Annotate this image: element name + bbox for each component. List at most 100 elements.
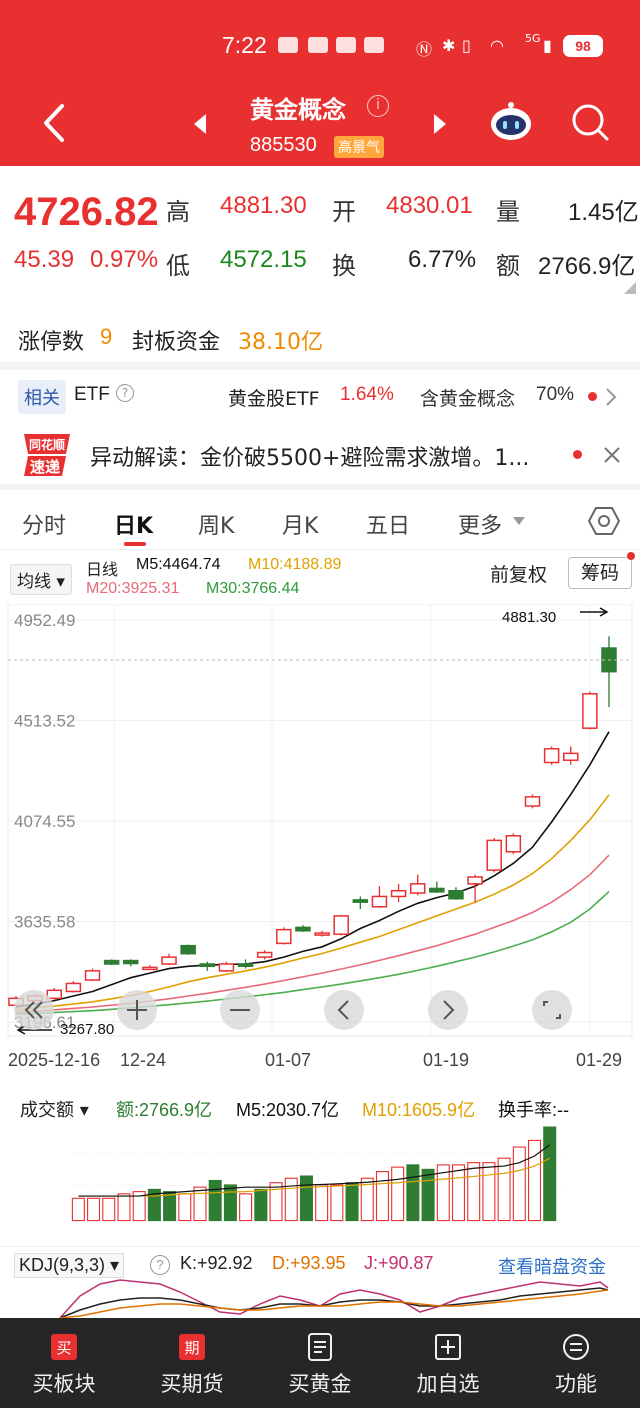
- scroll-left-button[interactable]: [324, 990, 364, 1030]
- header-bar: 7:22 Ⓝ ✱ ▯ ◠ 5G ▮ 98 黄金概念 i 885530 高景气: [0, 0, 640, 166]
- amount-bar: [391, 1166, 405, 1222]
- document-icon: [308, 1333, 332, 1361]
- nfc-icon: Ⓝ: [416, 40, 433, 59]
- nav-functions[interactable]: 功能: [512, 1318, 640, 1408]
- amount-bar: [543, 1126, 557, 1222]
- nav-buy-sector[interactable]: 买 买板块: [0, 1318, 128, 1408]
- kdj-d-line: [59, 1289, 609, 1318]
- amount-bar: [178, 1193, 192, 1222]
- tab-intraday[interactable]: 分时: [22, 508, 66, 540]
- candle: [65, 981, 82, 993]
- ma30-value: M30:3766.44: [206, 580, 300, 597]
- amount-bar: [193, 1186, 207, 1222]
- info-icon[interactable]: i: [367, 95, 389, 117]
- news-flash-row[interactable]: 同花顺 速递 异动解读：金价破5500+避险需求激增。1...: [0, 424, 640, 484]
- indicator-select[interactable]: 均线 ▾: [10, 564, 72, 595]
- zoom-in-button[interactable]: [117, 990, 157, 1030]
- robot-assistant-icon[interactable]: [488, 100, 534, 142]
- status-time: 7:22: [222, 32, 267, 58]
- candle: [352, 896, 369, 910]
- close-icon[interactable]: [603, 446, 621, 464]
- notification-icon: [308, 37, 328, 53]
- kdj-select-label: KDJ(9,3,3): [19, 1255, 106, 1275]
- candle: [390, 883, 407, 903]
- amount-bar: [239, 1193, 253, 1222]
- kdj-legend-row: KDJ(9,3,3) ▾ ? K:+92.92 D:+93.95 J:+90.8…: [0, 1246, 640, 1280]
- tab-more[interactable]: 更多: [458, 508, 502, 540]
- turnover-label: 换: [332, 252, 356, 280]
- amount-select[interactable]: 成交额 ▾: [20, 1096, 89, 1122]
- candle-body: [333, 915, 349, 935]
- back-arrow-icon[interactable]: [36, 100, 76, 146]
- amount-bar: [451, 1164, 466, 1222]
- limit-up-row[interactable]: 涨停数 9 封板资金 38.10亿: [0, 316, 640, 360]
- nav-buy-gold[interactable]: 买黄金: [256, 1318, 384, 1408]
- help-icon[interactable]: ?: [150, 1255, 170, 1275]
- low-value: 4572.15: [220, 246, 307, 273]
- chevron-right-icon[interactable]: [604, 386, 618, 408]
- kdj-chart: [59, 1279, 609, 1318]
- gold-etf-pct: 1.64%: [340, 384, 394, 405]
- previous-stock-icon[interactable]: [190, 112, 210, 136]
- candle: [142, 965, 158, 971]
- svg-text:期: 期: [184, 1339, 199, 1357]
- nav-label: 买黄金: [288, 1372, 352, 1396]
- change-value: 45.39: [14, 246, 75, 273]
- settings-icon[interactable]: [588, 506, 620, 536]
- scroll-to-start-button[interactable]: [14, 990, 54, 1030]
- adjust-mode[interactable]: 前复权: [490, 560, 547, 587]
- volume-label: 量: [496, 198, 520, 226]
- news-text[interactable]: 异动解读：金价破5500+避险需求激增。1...: [90, 440, 529, 472]
- zoom-out-button[interactable]: [220, 990, 260, 1030]
- amount-bar: [345, 1182, 359, 1222]
- related-etf-row[interactable]: 相关 ETF ? 黄金股ETF 1.64% 含黄金概念 70%: [0, 374, 640, 418]
- date-label: 12-24: [118, 1050, 167, 1071]
- candle: [161, 953, 177, 966]
- candle: [601, 636, 617, 708]
- bottom-nav: 买 买板块 期 买期货 买黄金 加自选 功能: [0, 1318, 640, 1408]
- chip-button[interactable]: 筹码: [568, 557, 632, 589]
- change-percent: 0.97%: [90, 246, 159, 273]
- candle: [103, 959, 120, 966]
- candle: [295, 925, 311, 932]
- candle-body: [352, 899, 369, 903]
- tab-monthly-k[interactable]: 月K: [282, 508, 318, 540]
- candle-body: [505, 835, 522, 853]
- amount-select-label: 成交额: [20, 1100, 74, 1121]
- tab-weekly-k[interactable]: 周K: [198, 508, 234, 540]
- tab-five-day[interactable]: 五日: [366, 508, 410, 540]
- amount-ma10: M10:1605.9亿: [362, 1100, 476, 1120]
- kline-chart[interactable]: 4952.494513.524074.553635.583196.61 4881…: [0, 604, 640, 1038]
- candle-body: [562, 752, 579, 761]
- tab-daily-k[interactable]: 日K: [114, 508, 153, 540]
- amount-bar: [421, 1168, 435, 1222]
- amount-bar: [406, 1164, 420, 1222]
- date-label: 01-29: [576, 1050, 623, 1070]
- next-stock-icon[interactable]: [430, 112, 450, 136]
- fullscreen-button[interactable]: [532, 990, 572, 1030]
- candle: [180, 944, 196, 955]
- kdj-select[interactable]: KDJ(9,3,3) ▾: [14, 1253, 125, 1278]
- amount-bar: [284, 1177, 298, 1222]
- candle-body: [582, 693, 598, 729]
- nav-buy-futures[interactable]: 期 买期货: [128, 1318, 256, 1408]
- candle-body: [65, 982, 82, 993]
- svg-text:买: 买: [56, 1339, 71, 1357]
- indicator-select-label: 均线: [17, 572, 51, 592]
- date-axis: 2025-12-16 12-24 01-07 01-19 01-29: [0, 1040, 640, 1090]
- nav-add-watchlist[interactable]: 加自选: [384, 1318, 512, 1408]
- nav-label: 买期货: [160, 1372, 224, 1396]
- open-label: 开: [332, 198, 356, 226]
- search-icon[interactable]: [570, 102, 610, 142]
- ma-legend-row: 均线 ▾ 日线 M5:4464.74 M10:4188.89 M20:3925.…: [0, 552, 640, 604]
- gold-etf-name[interactable]: 黄金股ETF: [228, 384, 320, 411]
- chart-frame: [7, 604, 633, 1037]
- nav-label: 功能: [555, 1372, 597, 1396]
- expand-corner-icon[interactable]: [624, 282, 636, 294]
- scroll-right-button[interactable]: [428, 990, 468, 1030]
- nav-label: 买板块: [32, 1372, 96, 1396]
- battery-icon: 98: [563, 35, 603, 57]
- amount-bar: [330, 1184, 344, 1222]
- help-icon[interactable]: ?: [116, 384, 134, 402]
- divider: [0, 362, 640, 370]
